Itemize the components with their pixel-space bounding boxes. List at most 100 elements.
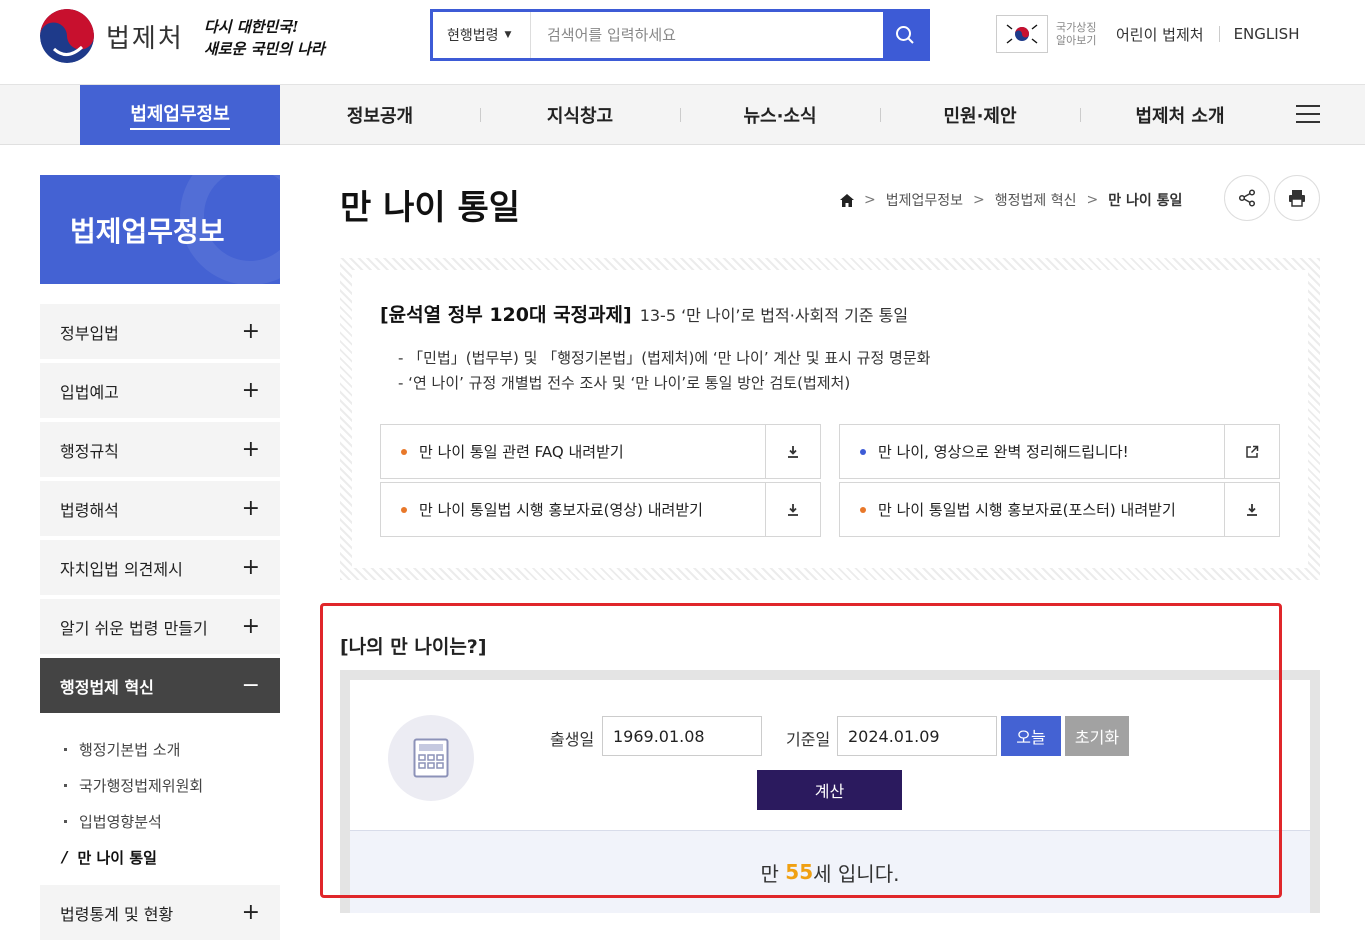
sidebar-item-gov-legislation[interactable]: 정부입법 + bbox=[40, 304, 280, 359]
site-logo[interactable]: 법제처 bbox=[40, 9, 184, 63]
share-button[interactable] bbox=[1224, 175, 1270, 221]
sidebar-menu: 정부입법 + 입법예고 + 행정규칙 + 법령해석 + 자치입법 의견제시 + 알기 쉬운… bbox=[40, 304, 280, 944]
result-prefix: 만 bbox=[760, 861, 786, 886]
gnb-item-civil[interactable]: 민원·제안 bbox=[880, 85, 1080, 145]
national-flag-icon[interactable] bbox=[996, 15, 1048, 53]
base-date-input[interactable] bbox=[837, 716, 997, 756]
gnb-item-legislation-info[interactable]: 법제업무정보 bbox=[80, 85, 280, 145]
plus-icon: + bbox=[241, 319, 260, 344]
bullet-icon bbox=[401, 506, 407, 513]
chevron-right-icon: > bbox=[973, 192, 985, 208]
policy-heading-bold: [윤석열 정부 120대 국정과제] bbox=[380, 304, 632, 326]
policy-info-inner: [윤석열 정부 120대 국정과제] 13-5 ‘만 나이’로 법적·사회적 기준… bbox=[352, 270, 1308, 568]
gnb-label: 정보공개 bbox=[346, 106, 414, 127]
submenu-item-age-unification[interactable]: / 만 나이 통일 bbox=[62, 839, 280, 875]
button-label: 만 나이 통일법 시행 홍보자료(영상) 내려받기 bbox=[419, 501, 703, 519]
sidebar-item-easy-law[interactable]: 알기 쉬운 법령 만들기 + bbox=[40, 599, 280, 654]
faq-download-button[interactable]: 만 나이 통일 관련 FAQ 내려받기 bbox=[380, 424, 821, 479]
button-label: 만 나이 통일법 시행 홍보자료(포스터) 내려받기 bbox=[878, 501, 1176, 519]
gnb-label: 민원·제안 bbox=[943, 106, 1017, 127]
bullet-icon bbox=[64, 747, 67, 751]
search-scope-value: 현행법령 bbox=[447, 28, 499, 44]
today-button[interactable]: 오늘 bbox=[1001, 716, 1061, 756]
birth-date-label: 출생일 bbox=[550, 730, 595, 749]
slogan-line-2: 새로운 국민의 나라 bbox=[204, 40, 325, 58]
breadcrumb-item[interactable]: 법제업무정보 bbox=[886, 190, 963, 210]
policy-detail-line: - ‘연 나이’ 규정 개별법 전수 조사 및 ‘만 나이’로 통일 방안 검토… bbox=[398, 374, 851, 392]
sidebar-item-legislative-notice[interactable]: 입법예고 + bbox=[40, 363, 280, 418]
plus-icon: + bbox=[241, 496, 260, 521]
search-scope-select[interactable]: 현행법령 ▼ bbox=[433, 12, 531, 58]
video-material-download-button[interactable]: 만 나이 통일법 시행 홍보자료(영상) 내려받기 bbox=[380, 482, 821, 537]
sidebar-item-label: 알기 쉬운 법령 만들기 bbox=[60, 618, 208, 638]
bullet-icon bbox=[860, 506, 866, 513]
home-icon[interactable] bbox=[840, 193, 854, 207]
sidebar-title: 법제업무정보 bbox=[40, 175, 280, 284]
kids-site-link[interactable]: 어린이 법제처 bbox=[1116, 24, 1204, 45]
plus-icon: + bbox=[241, 614, 260, 639]
submenu-item-impact-analysis[interactable]: 입법영향분석 bbox=[62, 803, 280, 839]
share-icon bbox=[1238, 189, 1256, 207]
submenu-item-basic-act[interactable]: 행정기본법 소개 bbox=[62, 731, 280, 767]
main-navigation: 법제업무정보 정보공개 지식창고 뉴스·소식 민원·제안 법제처 소개 bbox=[0, 85, 1365, 145]
sidebar-item-label: 자치입법 의견제시 bbox=[60, 559, 183, 579]
base-date-label: 기준일 bbox=[786, 730, 831, 749]
hamburger-menu-icon[interactable] bbox=[1296, 105, 1320, 125]
print-icon bbox=[1289, 190, 1305, 207]
result-age-value: 55 bbox=[785, 860, 814, 884]
search-icon bbox=[896, 26, 914, 44]
sidebar-item-interpretation[interactable]: 법령해석 + bbox=[40, 481, 280, 536]
page-title: 만 나이 통일 bbox=[340, 188, 521, 228]
chevron-right-icon: > bbox=[1086, 192, 1099, 208]
sidebar-submenu: 행정기본법 소개 국가행정법제위원회 입법영향분석 / 만 나이 통일 bbox=[40, 717, 280, 885]
logo-text: 법제처 bbox=[106, 23, 184, 54]
bullet-icon bbox=[64, 783, 67, 787]
taegeuk-emblem-icon bbox=[40, 9, 94, 63]
plus-icon: + bbox=[241, 437, 260, 462]
birth-date-input[interactable] bbox=[602, 716, 762, 756]
age-calculator: 출생일 기준일 오늘 초기화 계산 만 55세 입니다. bbox=[340, 670, 1320, 913]
policy-heading: [윤석열 정부 120대 국정과제] 13-5 ‘만 나이’로 법적·사회적 기준… bbox=[380, 300, 908, 327]
gnb-label: 지식창고 bbox=[546, 106, 614, 127]
sidebar-item-label: 행정규칙 bbox=[60, 441, 119, 461]
gnb-item-about[interactable]: 법제처 소개 bbox=[1080, 85, 1280, 145]
download-icon bbox=[765, 483, 820, 536]
bullet-icon bbox=[860, 448, 866, 455]
search-input[interactable] bbox=[531, 12, 883, 58]
calculate-button[interactable]: 계산 bbox=[757, 770, 902, 810]
sidebar-item-local-legislation[interactable]: 자치입법 의견제시 + bbox=[40, 540, 280, 595]
poster-download-button[interactable]: 만 나이 통일법 시행 홍보자료(포스터) 내려받기 bbox=[839, 482, 1280, 537]
breadcrumb: > 법제업무정보 > 행정법제 혁신 > 만 나이 통일 bbox=[840, 190, 1182, 210]
gnb-label: 뉴스·소식 bbox=[743, 106, 817, 127]
sidebar-item-label: 정부입법 bbox=[60, 323, 119, 343]
minus-icon: − bbox=[241, 673, 260, 698]
download-icon bbox=[765, 425, 820, 478]
caret-down-icon: ▼ bbox=[504, 30, 512, 40]
age-result: 만 55 세 입니다. bbox=[350, 830, 1310, 913]
breadcrumb-item[interactable]: 행정법제 혁신 bbox=[995, 190, 1077, 210]
video-link-button[interactable]: 만 나이, 영상으로 완벽 정리해드립니다! bbox=[839, 424, 1280, 479]
gnb-item-disclosure[interactable]: 정보공개 bbox=[280, 85, 480, 145]
sidebar-item-admin-rules[interactable]: 행정규칙 + bbox=[40, 422, 280, 477]
sidebar-item-label: 입법예고 bbox=[60, 382, 119, 402]
slogan-line-1: 다시 대한민국! bbox=[204, 18, 299, 36]
search-button[interactable] bbox=[883, 12, 927, 58]
submenu-label: 행정기본법 소개 bbox=[79, 740, 181, 759]
english-site-link[interactable]: ENGLISH bbox=[1234, 25, 1300, 43]
submenu-item-committee[interactable]: 국가행정법제위원회 bbox=[62, 767, 280, 803]
calculator-title: [나의 만 나이는?] bbox=[340, 636, 487, 658]
sidebar-item-admin-innovation[interactable]: 행정법제 혁신 − bbox=[40, 658, 280, 713]
submenu-label: 만 나이 통일 bbox=[77, 848, 157, 867]
utility-links: 국가상징 알아보기 어린이 법제처 ENGLISH bbox=[996, 14, 1299, 54]
reset-button[interactable]: 초기화 bbox=[1065, 716, 1129, 756]
breadcrumb-current: 만 나이 통일 bbox=[1108, 193, 1183, 209]
gnb-item-knowledge[interactable]: 지식창고 bbox=[480, 85, 680, 145]
button-label: 만 나이 통일 관련 FAQ 내려받기 bbox=[419, 443, 624, 461]
site-header: 법제처 다시 대한민국! 새로운 국민의 나라 현행법령 ▼ 검색어를 입력하세… bbox=[0, 0, 1365, 85]
plus-icon: + bbox=[241, 378, 260, 403]
print-button[interactable] bbox=[1274, 175, 1320, 221]
gnb-item-news[interactable]: 뉴스·소식 bbox=[680, 85, 880, 145]
decorative-circle bbox=[180, 175, 280, 284]
calculator-icon bbox=[388, 715, 474, 801]
national-symbol-link[interactable]: 국가상징 알아보기 bbox=[1056, 21, 1104, 47]
